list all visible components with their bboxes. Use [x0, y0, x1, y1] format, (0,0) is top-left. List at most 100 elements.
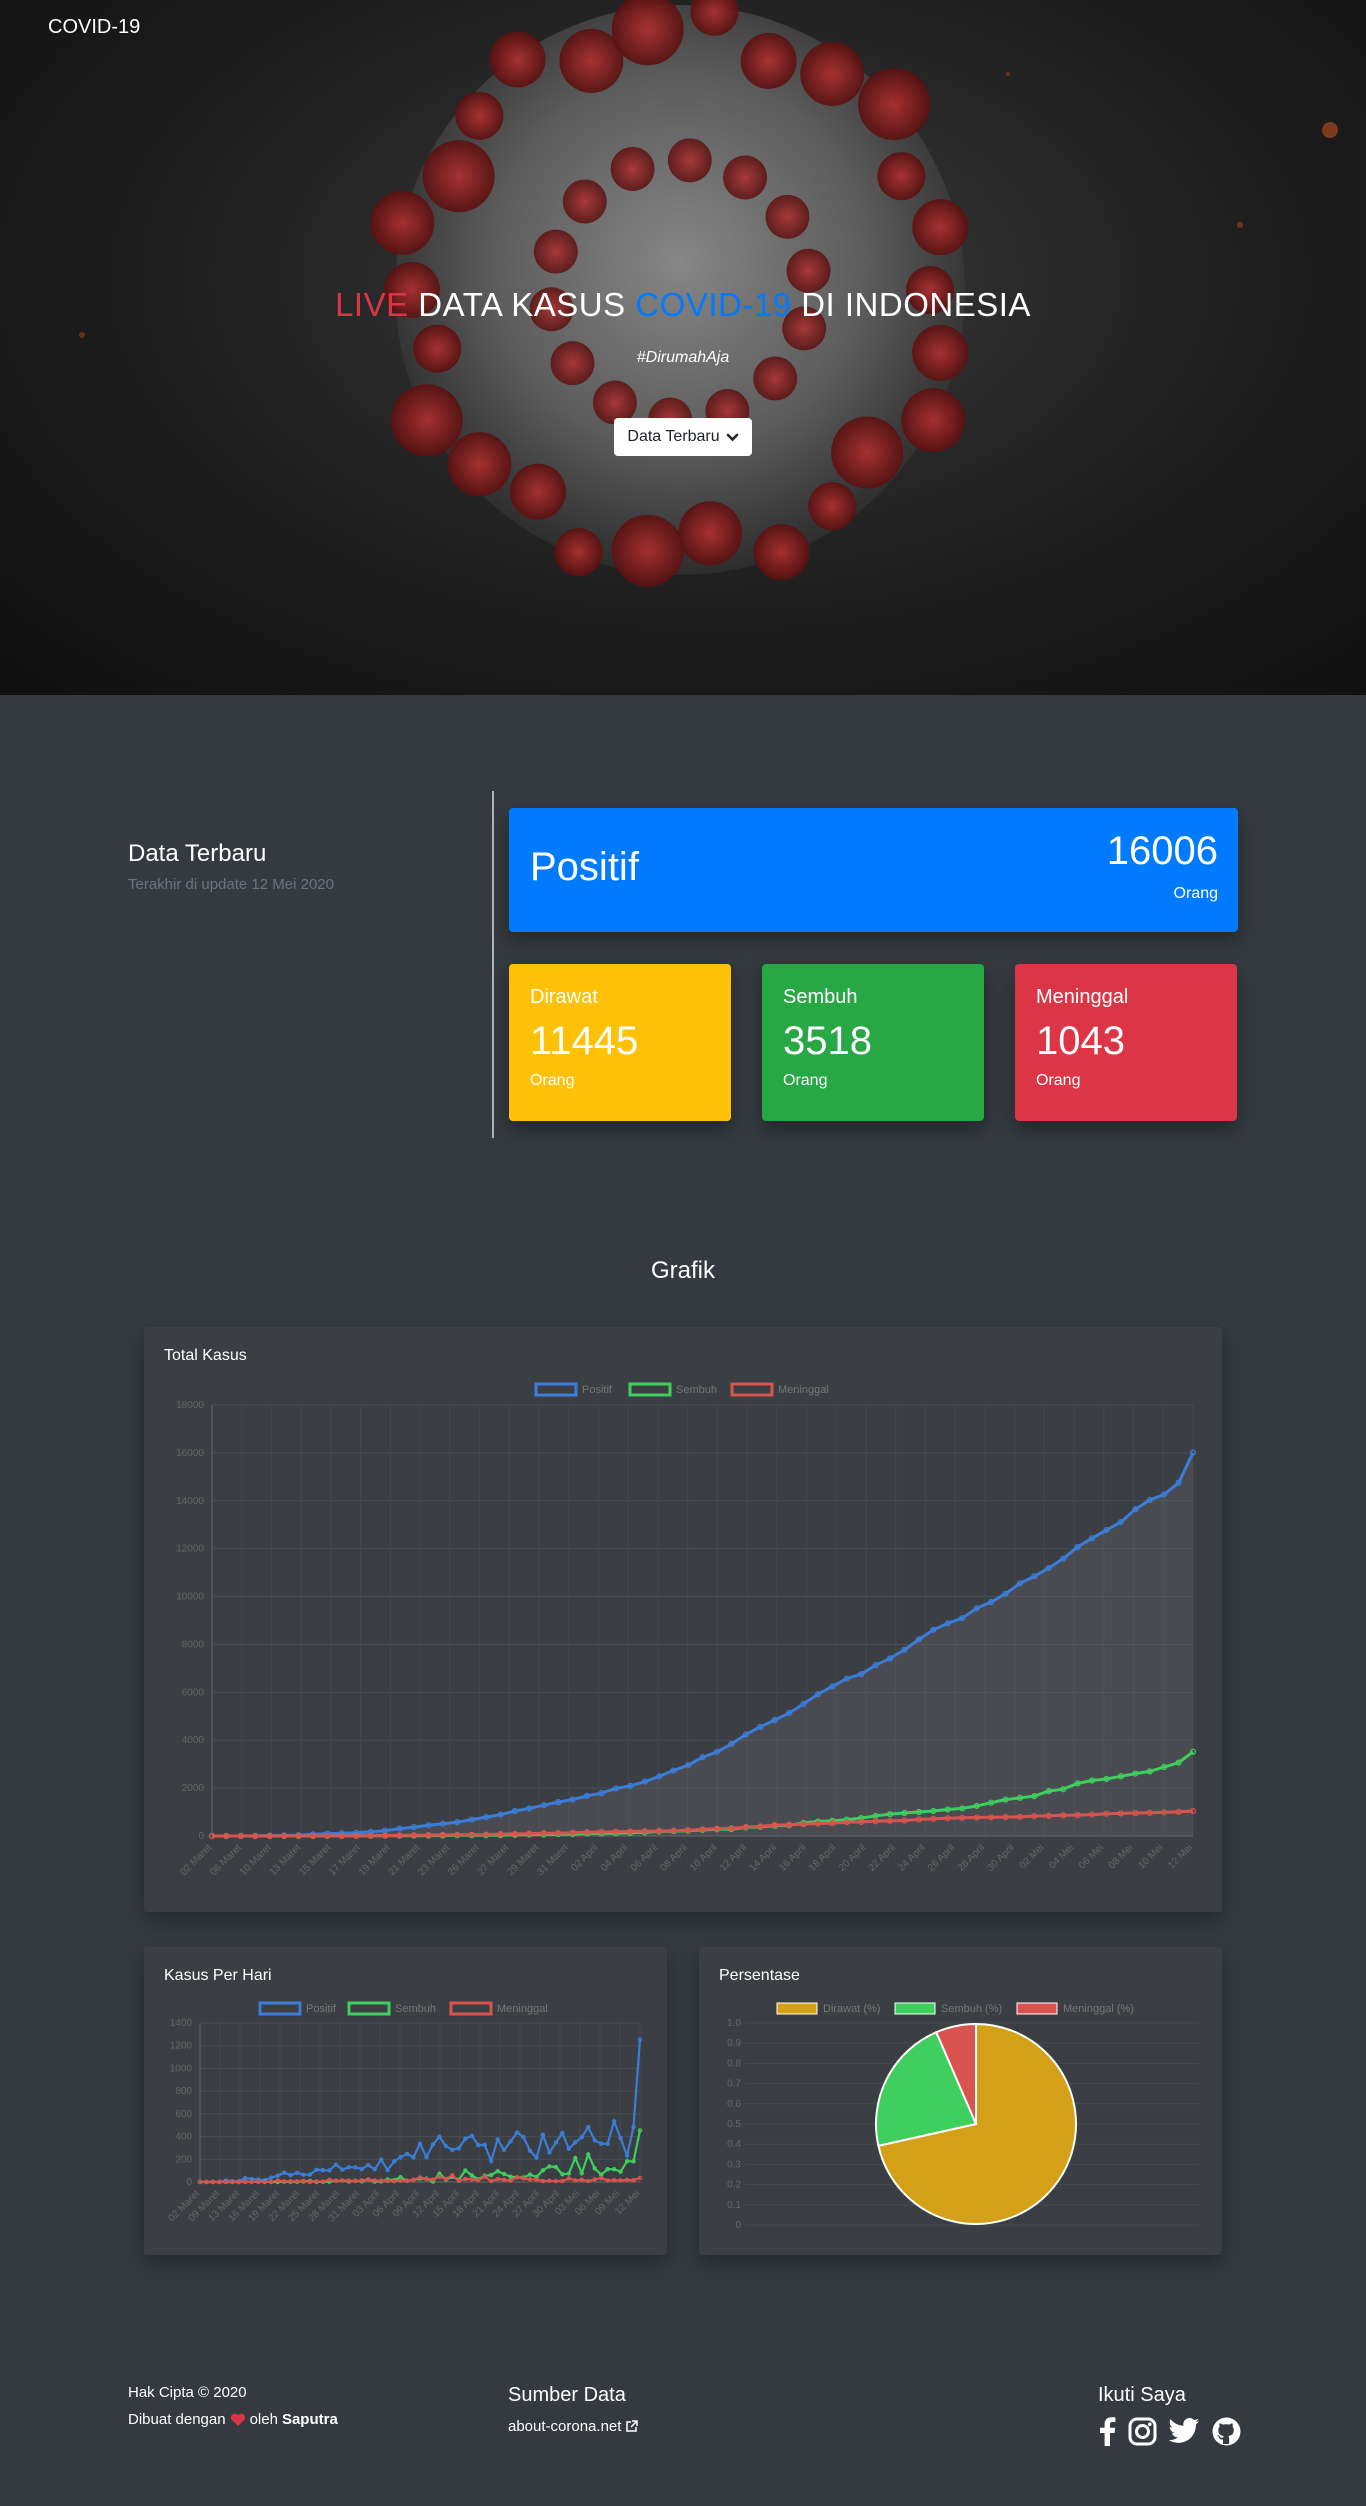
sembuh-value: 3518: [783, 1019, 872, 1063]
y-tick-label: 0.1: [727, 2200, 741, 2211]
x-tick-label: 10 Mei: [1136, 1842, 1165, 1871]
meninggal-value: 1043: [1036, 1019, 1125, 1063]
y-tick-label: 1400: [170, 2018, 193, 2029]
heart-icon: [230, 2413, 245, 2426]
total-kasus-chart[interactable]: Positif Sembuh Meninggal 0 2000 4000 6000 8000 1…: [144, 1327, 1222, 1912]
positif-label: Positif: [530, 845, 639, 889]
twitter-icon[interactable]: [1169, 2418, 1200, 2444]
x-tick-label: 10 Maret: [238, 1842, 274, 1878]
x-tick-label: 30 April: [985, 1842, 1016, 1873]
x-tick-label: 02 Mei: [1017, 1842, 1046, 1871]
x-tick-label: 31 Maret: [535, 1842, 571, 1878]
meninggal-unit: Orang: [1036, 1072, 1081, 1089]
x-tick-label: 26 Maret: [446, 1842, 482, 1878]
x-tick-label: 04 April: [599, 1842, 630, 1873]
x-tick-label: 08 Mei: [1107, 1842, 1136, 1871]
made-by-text: Dibuat dengan oleh Saputra: [128, 2411, 338, 2428]
source-link-label: about-corona.net: [508, 2418, 622, 2435]
positif-card: Positif 16006 Orang: [509, 808, 1238, 932]
y-tick-label: 4000: [182, 1735, 205, 1746]
instagram-icon[interactable]: [1128, 2417, 1157, 2446]
legend-label: Meninggal: [778, 1384, 829, 1396]
y-tick-label: 0.8: [727, 2058, 741, 2069]
sumber-data-heading: Sumber Data: [508, 2384, 626, 2406]
x-tick-label: 26 April: [926, 1842, 957, 1873]
positif-unit: Orang: [1173, 885, 1218, 902]
y-tick-label: 12000: [176, 1544, 204, 1555]
legend-label: Dirawat (%): [823, 2003, 880, 2015]
y-tick-label: 6000: [182, 1687, 205, 1698]
x-tick-label: 06 April: [629, 1842, 660, 1873]
ikuti-saya-heading: Ikuti Saya: [1098, 2384, 1186, 2406]
legend-label: Sembuh: [676, 1384, 717, 1396]
y-tick-label: 2000: [182, 1783, 205, 1794]
meninggal-label: Meninggal: [1036, 986, 1129, 1008]
persentase-chart[interactable]: Dirawat (%) Sembuh (%) Meninggal (%) 0 0.1 0.…: [699, 1947, 1222, 2255]
y-tick-label: 1200: [170, 2041, 193, 2052]
legend-swatch: [730, 1382, 774, 1397]
hero-title: LIVE DATA KASUS COVID-19 DI INDONESIA: [0, 286, 1366, 324]
copyright-text: Hak Cipta © 2020: [128, 2384, 247, 2401]
title-covid: COVID-19: [635, 286, 792, 323]
y-tick-label: 14000: [176, 1496, 204, 1507]
x-tick-label: 12 April: [718, 1842, 749, 1873]
kasus-per-hari-chart[interactable]: Positif Sembuh Meninggal 0 200 400 600 800 1000 1…: [144, 1947, 667, 2255]
chevron-down-icon: [726, 433, 738, 441]
sembuh-card: Sembuh 3518 Orang: [762, 964, 984, 1121]
x-tick-label: 28 April: [956, 1842, 987, 1873]
dirawat-unit: Orang: [530, 1072, 575, 1089]
legend-label: Sembuh: [395, 2003, 436, 2015]
x-tick-label: 10 April: [688, 1842, 719, 1873]
x-tick-label: 22 April: [866, 1842, 897, 1873]
x-tick-label: 16 April: [777, 1842, 808, 1873]
x-tick-label: 06 Maret: [208, 1842, 244, 1878]
source-link[interactable]: about-corona.net: [508, 2418, 639, 2435]
x-tick-label: 17 Maret: [327, 1842, 363, 1878]
hashtag: #DirumahAja: [636, 349, 730, 366]
y-tick-label: 0.6: [727, 2099, 741, 2110]
y-tick-label: 0.4: [727, 2139, 741, 2150]
x-tick-label: 21 Maret: [387, 1842, 423, 1878]
hero-banner: COVID-19 LIVE DATA KASUS COVID-19 DI IND…: [0, 0, 1366, 695]
legend-swatch: [628, 1382, 672, 1397]
legend-swatch: [258, 2001, 302, 2016]
made-prefix: Dibuat dengan: [128, 2411, 226, 2428]
y-tick-label: 1000: [170, 2063, 193, 2074]
title-data-kasus: DATA KASUS: [418, 286, 626, 323]
legend-swatch: [1016, 2002, 1058, 2015]
legend-swatch: [347, 2001, 391, 2016]
legend-label: Meninggal (%): [1063, 2003, 1134, 2015]
x-tick-label: 15 Maret: [297, 1842, 333, 1878]
y-tick-label: 400: [175, 2132, 192, 2143]
dirawat-value: 11445: [530, 1019, 639, 1063]
navbar-brand[interactable]: COVID-19: [48, 16, 140, 39]
x-tick-label: 20 April: [837, 1842, 868, 1873]
y-tick-label: 16000: [176, 1448, 204, 1459]
vertical-divider: [492, 791, 494, 1138]
x-tick-label: 23 Maret: [416, 1842, 452, 1878]
y-tick-label: 0.3: [727, 2159, 741, 2170]
grafik-heading: Grafik: [650, 1257, 715, 1284]
y-tick-label: 0.9: [727, 2038, 741, 2049]
facebook-icon[interactable]: [1098, 2416, 1116, 2446]
x-tick-label: 19 Maret: [357, 1842, 393, 1878]
y-tick-label: 0: [198, 1831, 204, 1842]
positif-value: 16006: [1106, 829, 1218, 873]
title-indonesia: DI INDONESIA: [801, 286, 1031, 323]
x-tick-label: 27 Maret: [476, 1842, 512, 1878]
x-tick-label: 14 April: [748, 1842, 779, 1873]
legend-label: Sembuh (%): [941, 2003, 1002, 2015]
last-updated-text: Terakhir di update 12 Mei 2020: [128, 876, 334, 893]
author-name: Saputra: [281, 2411, 338, 2428]
data-terbaru-button[interactable]: Data Terbaru: [614, 418, 752, 456]
legend-label: Positif: [306, 2003, 337, 2015]
y-tick-label: 200: [175, 2154, 192, 2165]
dirawat-label: Dirawat: [530, 986, 598, 1008]
x-tick-label: 13 Maret: [268, 1842, 304, 1878]
legend-swatch: [534, 1382, 578, 1397]
persentase-panel: Persentase Dirawat (%) Sembuh (%) Meningga…: [699, 1947, 1222, 2255]
legend-swatch: [449, 2001, 493, 2016]
github-icon[interactable]: [1212, 2417, 1241, 2446]
dirawat-card: Dirawat 11445 Orang: [509, 964, 731, 1121]
x-tick-label: 02 April: [569, 1842, 600, 1873]
